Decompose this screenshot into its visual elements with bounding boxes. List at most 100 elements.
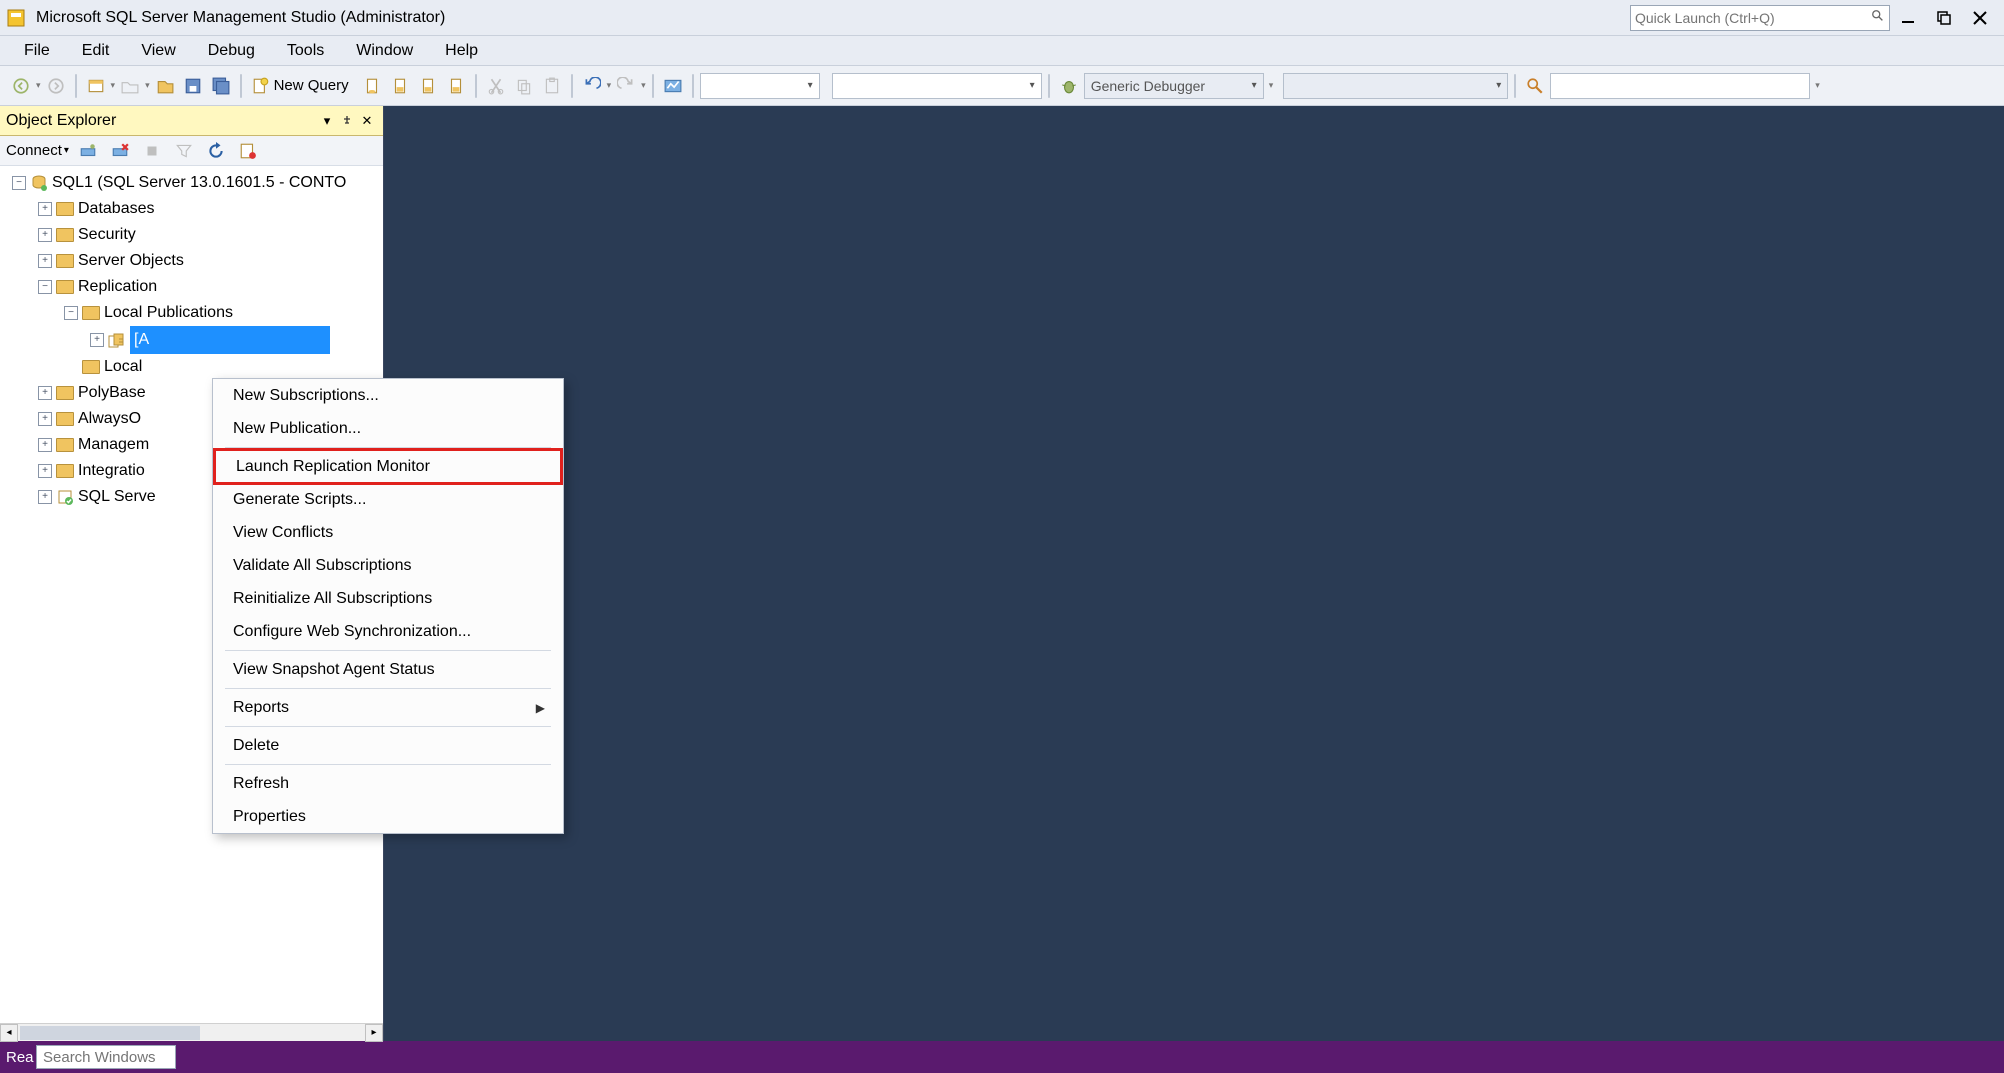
mdx-button[interactable] (415, 73, 441, 99)
connect-button[interactable]: Connect ▾ (6, 142, 69, 159)
menu-tools[interactable]: Tools (271, 38, 340, 64)
expand-icon[interactable]: + (38, 490, 52, 504)
open-file-button[interactable] (152, 73, 178, 99)
tree-publication-node[interactable]: + [A (90, 326, 383, 354)
find-button[interactable] (1522, 73, 1548, 99)
toolbar-search-box[interactable] (1550, 73, 1810, 99)
minimize-button[interactable] (1890, 4, 1926, 32)
chevron-down-icon[interactable]: ▾ (1815, 80, 1820, 91)
chevron-down-icon: ▾ (808, 80, 813, 91)
chevron-down-icon[interactable]: ▾ (111, 80, 116, 91)
expand-icon[interactable]: + (38, 464, 52, 478)
menu-view[interactable]: View (125, 38, 191, 64)
dmx-button[interactable] (443, 73, 469, 99)
new-project-button[interactable] (83, 73, 109, 99)
folder-icon (56, 280, 74, 294)
menu-debug[interactable]: Debug (192, 38, 271, 64)
debugger-dropdown[interactable]: Generic Debugger ▾ (1084, 73, 1264, 99)
ctx-configure-web-synchronization[interactable]: Configure Web Synchronization... (213, 615, 563, 648)
chevron-down-icon[interactable]: ▾ (607, 80, 612, 91)
expand-icon[interactable]: + (38, 412, 52, 426)
expand-icon[interactable]: + (90, 333, 104, 347)
collapse-icon[interactable]: − (38, 280, 52, 294)
connect-server-button[interactable] (75, 138, 101, 164)
ctx-view-snapshot-agent-status[interactable]: View Snapshot Agent Status (213, 653, 563, 686)
ctx-generate-scripts[interactable]: Generate Scripts... (213, 483, 563, 516)
panel-menu-button[interactable]: ▾ (317, 111, 337, 131)
panel-pin-button[interactable] (337, 111, 357, 131)
chevron-down-icon[interactable]: ▾ (145, 80, 150, 91)
new-query-button[interactable]: New Query (248, 72, 357, 100)
ctx-launch-replication-monitor[interactable]: Launch Replication Monitor (213, 448, 563, 485)
save-button[interactable] (180, 73, 206, 99)
chevron-down-icon: ▾ (1030, 80, 1035, 91)
scroll-thumb[interactable] (20, 1026, 200, 1040)
expand-icon[interactable]: + (38, 438, 52, 452)
nav-back-button[interactable] (8, 73, 34, 99)
ctx-refresh[interactable]: Refresh (213, 767, 563, 800)
database-dropdown[interactable]: ▾ (700, 73, 820, 99)
panel-toolbar: Connect ▾ (0, 136, 383, 166)
analysis-button[interactable] (387, 73, 413, 99)
main-toolbar: ▾ ▾ ▾ New Query ▾ ▾ ▾ ▾ Generic Debugger… (0, 66, 2004, 106)
paste-button[interactable] (539, 73, 565, 99)
tree-hscrollbar[interactable]: ◂ ▸ (0, 1023, 383, 1041)
tree-server-node[interactable]: − SQL1 (SQL Server 13.0.1601.5 - CONTO (12, 170, 383, 196)
ctx-view-conflicts[interactable]: View Conflicts (213, 516, 563, 549)
save-all-button[interactable] (208, 73, 234, 99)
tree-serverobjects-node[interactable]: + Server Objects (38, 248, 383, 274)
ctx-item-label: Delete (233, 737, 279, 755)
ctx-new-subscriptions[interactable]: New Subscriptions... (213, 379, 563, 412)
quick-launch-input[interactable] (1635, 10, 1871, 26)
open-button[interactable] (117, 73, 143, 99)
redo-button[interactable] (613, 73, 639, 99)
stop-button[interactable] (139, 138, 165, 164)
tree-localpub-node[interactable]: − Local Publications (64, 300, 383, 326)
menu-file[interactable]: File (8, 38, 66, 64)
disconnect-button[interactable] (107, 138, 133, 164)
tree-databases-node[interactable]: + Databases (38, 196, 383, 222)
undo-button[interactable] (579, 73, 605, 99)
ctx-validate-all-subscriptions[interactable]: Validate All Subscriptions (213, 549, 563, 582)
ctx-new-publication[interactable]: New Publication... (213, 412, 563, 445)
filter-button[interactable] (171, 138, 197, 164)
refresh-button[interactable] (203, 138, 229, 164)
taskbar-search-input[interactable] (36, 1045, 176, 1069)
tree-security-node[interactable]: + Security (38, 222, 383, 248)
tree-replication-node[interactable]: − Replication (38, 274, 383, 300)
collapse-icon[interactable]: − (64, 306, 78, 320)
chevron-down-icon[interactable]: ▾ (641, 80, 646, 91)
filter-settings-button[interactable] (235, 138, 261, 164)
copy-button[interactable] (511, 73, 537, 99)
quick-launch-box[interactable] (1630, 5, 1890, 31)
publication-icon (108, 332, 126, 348)
activity-monitor-button[interactable] (660, 73, 686, 99)
platform-dropdown[interactable]: ▾ (1283, 73, 1508, 99)
ctx-item-label: Generate Scripts... (233, 491, 366, 509)
panel-close-button[interactable]: ✕ (357, 111, 377, 131)
expand-icon[interactable]: + (38, 254, 52, 268)
script-db-button[interactable] (359, 73, 385, 99)
expand-icon[interactable]: + (38, 202, 52, 216)
collapse-icon[interactable]: − (12, 176, 26, 190)
nav-forward-button[interactable] (43, 73, 69, 99)
expand-icon[interactable]: + (38, 386, 52, 400)
folder-icon (82, 306, 100, 320)
scroll-left-icon[interactable]: ◂ (0, 1024, 18, 1042)
ctx-delete[interactable]: Delete (213, 729, 563, 762)
chevron-down-icon[interactable]: ▾ (1269, 80, 1274, 91)
menu-window[interactable]: Window (340, 38, 429, 64)
menu-help[interactable]: Help (429, 38, 494, 64)
solution-dropdown[interactable]: ▾ (832, 73, 1042, 99)
expand-icon[interactable]: + (38, 228, 52, 242)
cut-button[interactable] (483, 73, 509, 99)
nav-back-chevron-icon[interactable]: ▾ (36, 80, 41, 91)
ctx-reinitialize-all-subscriptions[interactable]: Reinitialize All Subscriptions (213, 582, 563, 615)
close-button[interactable] (1962, 4, 1998, 32)
menu-edit[interactable]: Edit (66, 38, 126, 64)
tree-localsub-node[interactable]: Local (64, 354, 383, 380)
ctx-properties[interactable]: Properties (213, 800, 563, 833)
maximize-button[interactable] (1926, 4, 1962, 32)
ctx-reports[interactable]: Reports▶ (213, 691, 563, 724)
scroll-right-icon[interactable]: ▸ (365, 1024, 383, 1042)
